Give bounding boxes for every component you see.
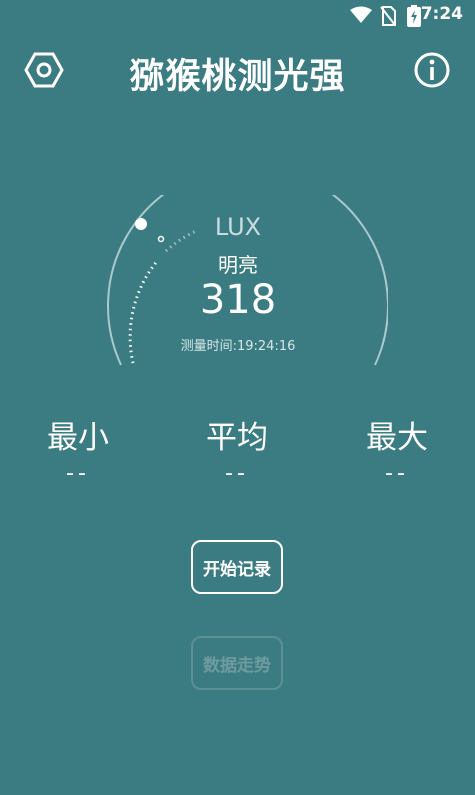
stat-min: 最小 -- (8, 412, 148, 486)
gauge-unit: LUX (214, 213, 262, 241)
status-bar: 7:24 (0, 0, 475, 32)
wifi-icon (350, 6, 372, 28)
measure-time: 测量时间:19:24:16 (180, 339, 296, 354)
lux-gauge: LUX 明亮 318 测量时间:19:24:16 (88, 195, 388, 395)
lux-value: 318 (199, 277, 277, 323)
stats-row: 最小 -- 平均 -- 最大 -- (0, 412, 475, 492)
info-icon[interactable] (412, 50, 452, 90)
stat-max-value: -- (385, 461, 409, 486)
battery-charging-icon (407, 5, 421, 31)
stat-max-label: 最大 (366, 420, 428, 456)
stat-max: 最大 -- (327, 412, 467, 486)
stat-avg-value: -- (225, 461, 249, 486)
data-trend-button[interactable]: 数据走势 (191, 636, 283, 690)
page-title: 猕猴桃测光强 (129, 57, 346, 97)
start-record-button[interactable]: 开始记录 (191, 540, 283, 594)
no-sim-icon (380, 6, 396, 30)
stat-min-label: 最小 (47, 420, 109, 456)
stat-min-value: -- (66, 461, 90, 486)
app-header: 猕猴桃测光强 (0, 40, 475, 100)
stat-avg: 平均 -- (167, 412, 307, 486)
status-time: 7:24 (420, 4, 463, 24)
gauge-level: 明亮 (218, 253, 258, 277)
stat-avg-label: 平均 (206, 420, 268, 456)
